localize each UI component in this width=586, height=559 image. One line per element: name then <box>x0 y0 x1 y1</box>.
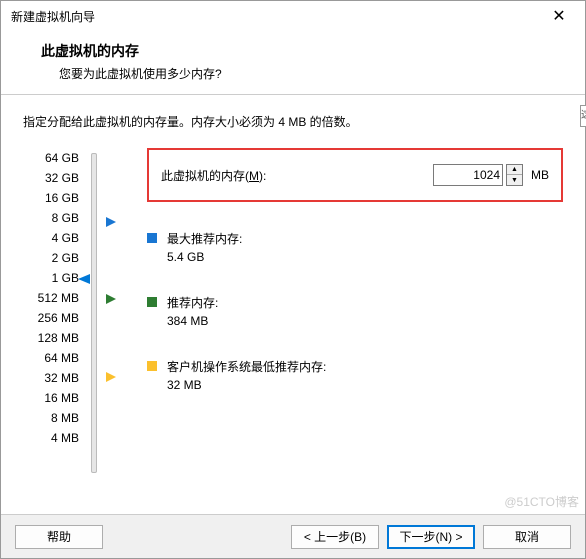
spinner-up-icon[interactable]: ▲ <box>507 165 522 175</box>
memory-unit: MB <box>531 168 549 182</box>
tick-label: 256 MB <box>23 308 79 328</box>
recommend-text: 推荐内存: 384 MB <box>167 294 218 330</box>
max-recommend-block: 最大推荐内存: 5.4 GB <box>147 230 563 266</box>
min-recommend-block: 客户机操作系统最低推荐内存: 32 MB <box>147 358 563 394</box>
slider-handle[interactable] <box>78 274 90 284</box>
tick-label: 8 MB <box>23 408 79 428</box>
max-recommend-text: 最大推荐内存: 5.4 GB <box>167 230 242 266</box>
side-hint: 这 <box>580 105 586 127</box>
page-subtitle: 您要为此虚拟机使用多少内存? <box>41 65 567 82</box>
memory-highlight-box: 此虚拟机的内存(M): ▲ ▼ MB <box>147 148 563 202</box>
tick-label: 1 GB <box>23 268 79 288</box>
tick-label: 64 GB <box>23 148 79 168</box>
tick-label: 4 GB <box>23 228 79 248</box>
instruction-text: 指定分配给此虚拟机的内存量。内存大小必须为 4 MB 的倍数。 <box>23 113 563 130</box>
memory-slider[interactable] <box>91 153 97 473</box>
memory-spinner: ▲ ▼ <box>506 164 523 186</box>
close-button[interactable]: ✕ <box>539 2 579 30</box>
cancel-button[interactable]: 取消 <box>483 525 571 549</box>
memory-input-group: ▲ ▼ MB <box>433 164 549 186</box>
tick-label: 4 MB <box>23 428 79 448</box>
tick-label: 32 MB <box>23 368 79 388</box>
tick-label: 512 MB <box>23 288 79 308</box>
watermark: @51CTO博客 <box>504 493 579 510</box>
square-blue-icon <box>147 233 157 243</box>
min-marker-icon <box>106 372 116 382</box>
back-button[interactable]: < 上一步(B) <box>291 525 379 549</box>
help-button[interactable]: 帮助 <box>15 525 103 549</box>
titlebar: 新建虚拟机向导 ✕ <box>1 1 585 31</box>
tick-label: 32 GB <box>23 168 79 188</box>
square-yellow-icon <box>147 361 157 371</box>
slider-track-wrap <box>85 148 115 473</box>
tick-label: 8 GB <box>23 208 79 228</box>
memory-input[interactable] <box>433 164 503 186</box>
slider-column: 64 GB 32 GB 16 GB 8 GB 4 GB 2 GB 1 GB 51… <box>23 148 133 473</box>
tick-label: 128 MB <box>23 328 79 348</box>
recommended-marker-icon <box>106 294 116 304</box>
header: 此虚拟机的内存 您要为此虚拟机使用多少内存? <box>1 31 585 95</box>
next-button[interactable]: 下一步(N) > <box>387 525 475 549</box>
right-column: 此虚拟机的内存(M): ▲ ▼ MB 最大推荐内存: <box>133 148 563 473</box>
main-area: 64 GB 32 GB 16 GB 8 GB 4 GB 2 GB 1 GB 51… <box>23 148 563 473</box>
square-green-icon <box>147 297 157 307</box>
tick-label: 64 MB <box>23 348 79 368</box>
footer: 帮助 < 上一步(B) 下一步(N) > 取消 <box>1 514 585 558</box>
memory-label: 此虚拟机的内存(M): <box>161 167 266 184</box>
tick-label: 16 MB <box>23 388 79 408</box>
tick-label: 2 GB <box>23 248 79 268</box>
spinner-down-icon[interactable]: ▼ <box>507 175 522 185</box>
close-icon: ✕ <box>552 6 565 26</box>
max-marker-icon <box>106 217 116 227</box>
page-title: 此虚拟机的内存 <box>41 41 567 61</box>
min-recommend-text: 客户机操作系统最低推荐内存: 32 MB <box>167 358 326 394</box>
memory-accel: M <box>249 169 259 183</box>
window-title: 新建虚拟机向导 <box>11 8 95 25</box>
tick-labels: 64 GB 32 GB 16 GB 8 GB 4 GB 2 GB 1 GB 51… <box>23 148 85 473</box>
tick-label: 16 GB <box>23 188 79 208</box>
recommend-block: 推荐内存: 384 MB <box>147 294 563 330</box>
wizard-window: 新建虚拟机向导 ✕ 此虚拟机的内存 您要为此虚拟机使用多少内存? 这 指定分配给… <box>0 0 586 559</box>
body: 指定分配给此虚拟机的内存量。内存大小必须为 4 MB 的倍数。 64 GB 32… <box>1 95 585 473</box>
